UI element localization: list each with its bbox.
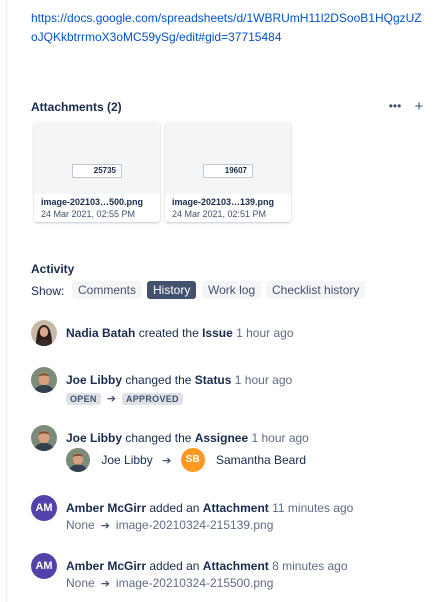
attachment-change: None ➔ image-20210324-215139.png xyxy=(66,518,273,532)
attachment-date: 24 Mar 2021, 02:55 PM xyxy=(41,209,136,219)
panel-left-border xyxy=(6,0,7,602)
attachment-name: image-202103…139.png xyxy=(172,197,275,207)
arrow-right-icon: ➔ xyxy=(106,393,116,405)
attachment-date: 24 Mar 2021, 02:51 PM xyxy=(172,209,267,219)
user-name[interactable]: Nadia Batah xyxy=(66,326,135,340)
user-name[interactable]: Amber McGirr xyxy=(66,501,146,515)
avatar[interactable] xyxy=(31,425,57,451)
attachments-header: Attachments (2) ••• + xyxy=(31,99,431,117)
history-text: Joe Libby changed the Assignee 1 hour ag… xyxy=(66,431,309,445)
user-name[interactable]: Joe Libby xyxy=(66,431,122,445)
field-name: Attachment xyxy=(202,559,269,573)
attachment-card[interactable]: 19607 image-202103…139.png 24 Mar 2021, … xyxy=(165,122,291,222)
avatar[interactable] xyxy=(31,367,57,393)
tab-comments[interactable]: Comments xyxy=(72,281,143,299)
attachments-title: Attachments (2) xyxy=(31,100,122,114)
status-to-lozenge: APPROVED xyxy=(121,393,183,405)
history-item: AM Amber McGirr added an Attachment 11 m… xyxy=(31,495,431,535)
avatar[interactable]: AM xyxy=(31,495,57,521)
user-name[interactable]: Amber McGirr xyxy=(66,559,146,573)
history-text: Amber McGirr added an Attachment 11 minu… xyxy=(66,501,353,515)
arrow-right-icon: ➔ xyxy=(100,520,110,532)
action-text: added an xyxy=(149,501,200,515)
avatar[interactable]: AM xyxy=(31,553,57,579)
avatar[interactable]: SB xyxy=(180,448,205,472)
to-value: image-20210324-215139.png xyxy=(115,518,274,532)
to-user-name[interactable]: Samantha Beard xyxy=(216,453,306,467)
user-name[interactable]: Joe Libby xyxy=(66,373,122,387)
from-value: None xyxy=(66,518,95,532)
timestamp[interactable]: 11 minutes ago xyxy=(272,501,353,515)
assignee-change: Joe Libby ➔ SB Samantha Beard xyxy=(66,448,306,472)
field-name: Assignee xyxy=(194,431,249,445)
arrow-right-icon: ➔ xyxy=(100,578,110,590)
timestamp[interactable]: 1 hour ago xyxy=(235,373,292,387)
show-label: Show: xyxy=(31,284,65,298)
status-change: OPEN ➔ APPROVED xyxy=(66,391,183,405)
tab-checklist-history[interactable]: Checklist history xyxy=(266,281,366,299)
spreadsheet-link[interactable]: https://docs.google.com/spreadsheets/d/1… xyxy=(31,9,426,47)
history-item: AM Amber McGirr added an Attachment 8 mi… xyxy=(31,553,431,593)
history-text: Joe Libby changed the Status 1 hour ago xyxy=(66,373,292,387)
arrow-right-icon: ➔ xyxy=(162,454,172,467)
avatar[interactable] xyxy=(31,320,57,346)
to-value: image-20210324-215500.png xyxy=(115,576,274,590)
field-name: Status xyxy=(194,373,232,387)
attachment-name: image-202103…500.png xyxy=(41,197,144,207)
status-from-lozenge: OPEN xyxy=(66,393,101,405)
field-name: Attachment xyxy=(202,501,269,515)
tab-history[interactable]: History xyxy=(147,281,197,299)
attachment-thumbnail: 19607 xyxy=(165,122,291,194)
thumbnail-text: 25735 xyxy=(72,164,122,178)
action-text: changed the xyxy=(125,431,192,445)
from-value: None xyxy=(66,576,95,590)
action-text: added an xyxy=(149,559,200,573)
avatar[interactable] xyxy=(66,448,90,472)
timestamp[interactable]: 1 hour ago xyxy=(251,431,308,445)
more-icon[interactable]: ••• xyxy=(388,99,402,115)
action-text: changed the xyxy=(125,373,192,387)
history-text: Nadia Batah created the Issue 1 hour ago xyxy=(66,326,294,340)
activity-title: Activity xyxy=(31,262,75,276)
history-item: Nadia Batah created the Issue 1 hour ago xyxy=(31,320,431,348)
history-item: Joe Libby changed the Status 1 hour ago … xyxy=(31,367,431,407)
add-icon[interactable]: + xyxy=(412,99,426,115)
thumbnail-text: 19607 xyxy=(203,164,253,178)
history-text: Amber McGirr added an Attachment 8 minut… xyxy=(66,559,348,573)
tab-work-log[interactable]: Work log xyxy=(202,281,262,299)
timestamp[interactable]: 8 minutes ago xyxy=(272,559,347,573)
attachment-change: None ➔ image-20210324-215500.png xyxy=(66,576,273,590)
history-item: Joe Libby changed the Assignee 1 hour ag… xyxy=(31,425,431,475)
attachment-thumbnail: 25735 xyxy=(34,122,160,194)
action-text: created the xyxy=(138,326,199,340)
attachment-card[interactable]: 25735 image-202103…500.png 24 Mar 2021, … xyxy=(34,122,160,222)
field-name: Issue xyxy=(202,326,233,340)
timestamp[interactable]: 1 hour ago xyxy=(236,326,293,340)
from-user-name[interactable]: Joe Libby xyxy=(101,453,152,467)
